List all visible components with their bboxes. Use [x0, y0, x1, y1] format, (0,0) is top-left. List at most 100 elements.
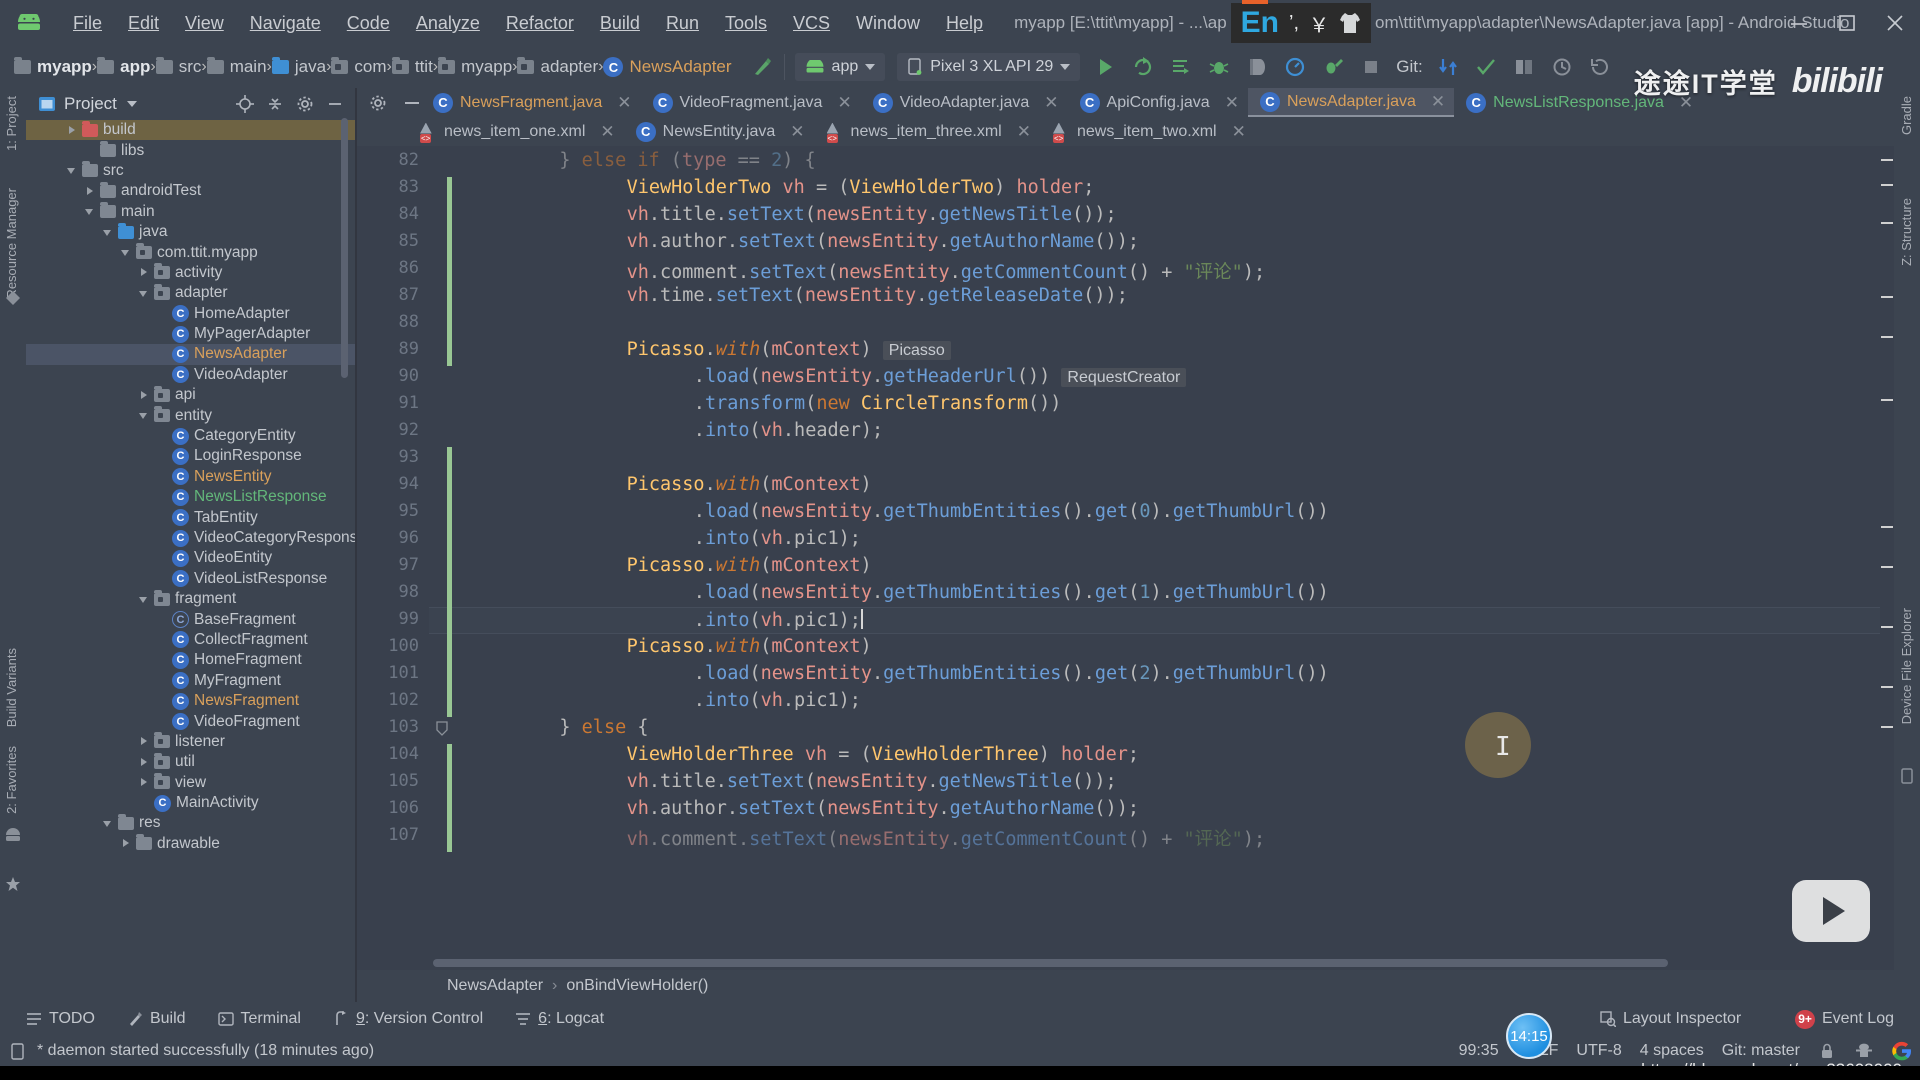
minimize-button[interactable]	[1788, 12, 1810, 34]
tool-window-event-log[interactable]: 9+ Event Log	[1779, 1009, 1910, 1029]
editor-horizontal-scrollbar[interactable]	[433, 959, 1668, 967]
breadcrumb-class[interactable]: NewsAdapter	[447, 977, 543, 995]
tree-node-src[interactable]: src	[26, 161, 356, 181]
attach-debugger-icon[interactable]	[1246, 56, 1268, 78]
tree-node-build[interactable]: build	[26, 120, 356, 141]
code-line[interactable]: vh.title.setText(newsEntity.getNewsTitle…	[457, 204, 1117, 225]
code-text-area[interactable]: } else if (type == 2) {ViewHolderTwo vh …	[457, 146, 1894, 956]
tree-node-newsentity[interactable]: C NewsEntity	[26, 467, 356, 487]
menu-tools[interactable]: Tools	[712, 0, 780, 46]
lock-icon[interactable]	[1818, 1042, 1836, 1060]
breadcrumb-com[interactable]: com	[331, 57, 387, 77]
breadcrumb-newsadapter[interactable]: C NewsAdapter	[603, 57, 732, 77]
make-project-icon[interactable]	[750, 55, 774, 79]
code-line[interactable]: .into(vh.pic1);	[457, 528, 861, 549]
editor-tab-videofragment-java[interactable]: C VideoFragment.java ✕	[641, 88, 861, 117]
resource-manager-icon[interactable]	[5, 290, 21, 306]
chevron-down-icon[interactable]	[102, 817, 115, 830]
chevron-down-icon[interactable]	[102, 226, 115, 239]
chevron-right-icon[interactable]	[138, 776, 151, 789]
breadcrumb-method[interactable]: onBindViewHolder()	[566, 977, 708, 995]
tool-window-logcat[interactable]: 6: Logcat	[499, 1010, 620, 1028]
console-icon[interactable]	[10, 1042, 27, 1060]
menu-build[interactable]: Build	[587, 0, 653, 46]
menu-run[interactable]: Run	[653, 0, 712, 46]
code-line[interactable]: Picasso.with(mContext)	[457, 555, 872, 576]
tool-window-terminal[interactable]: Terminal	[202, 1010, 317, 1028]
tool-window-layout-inspector[interactable]: Layout Inspector	[1584, 1010, 1757, 1028]
rail-item-project[interactable]: 1: Project	[4, 96, 19, 151]
tree-node-collectfragment[interactable]: C CollectFragment	[26, 630, 356, 650]
tree-node-tabentity[interactable]: C TabEntity	[26, 507, 356, 527]
editor-tab-videoadapter-java[interactable]: C VideoAdapter.java ✕	[861, 88, 1068, 117]
tree-node-drawable[interactable]: drawable	[26, 834, 356, 854]
run-configuration-selector[interactable]: app	[794, 53, 886, 81]
code-line[interactable]: .transform(new CircleTransform())	[457, 393, 1062, 414]
tree-node-activity[interactable]: activity	[26, 263, 356, 283]
breadcrumb-adapter[interactable]: adapter	[517, 57, 598, 77]
editor-tab-newsentity-java[interactable]: C NewsEntity.java ✕	[624, 117, 814, 146]
menu-file[interactable]: File	[60, 0, 115, 46]
menu-view[interactable]: View	[172, 0, 237, 46]
rail-item-structure[interactable]: Z: Structure	[1899, 198, 1914, 266]
tree-node-util[interactable]: util	[26, 752, 356, 772]
tree-node-newslistresponse[interactable]: C NewsListResponse	[26, 487, 356, 507]
debug-icon[interactable]	[1208, 56, 1230, 78]
close-button[interactable]	[1884, 12, 1906, 34]
code-line[interactable]: .into(vh.pic1);	[457, 609, 863, 631]
ime-skin-icon[interactable]	[1339, 11, 1361, 35]
code-line[interactable]: ViewHolderThree vh = (ViewHolderThree) h…	[457, 744, 1139, 765]
ime-language-icon[interactable]: En	[1241, 0, 1279, 38]
tree-node-newsfragment[interactable]: C NewsFragment	[26, 691, 356, 711]
menu-refactor[interactable]: Refactor	[493, 0, 587, 46]
tree-node-res[interactable]: res	[26, 813, 356, 833]
commit-icon[interactable]	[1475, 56, 1497, 78]
caret-position[interactable]: 99:35	[1459, 1042, 1499, 1060]
project-tree[interactable]: build libs src androidTest main java com.ttit.…	[26, 120, 356, 1018]
stop-icon[interactable]	[1360, 56, 1382, 78]
tree-node-fragment[interactable]: fragment	[26, 589, 356, 609]
editor-tab-news-item-one-xml[interactable]: news_item_one.xml ✕	[407, 117, 624, 146]
tree-node-basefragment[interactable]: C BaseFragment	[26, 609, 356, 629]
code-line[interactable]: } else if (type == 2) {	[457, 150, 815, 171]
code-line[interactable]: } else {	[457, 717, 648, 738]
chevron-right-icon[interactable]	[138, 389, 151, 402]
code-line[interactable]: Picasso.with(mContext)	[457, 636, 872, 657]
chevron-right-icon[interactable]	[84, 185, 97, 198]
ime-indicator[interactable]: En ’, ￥	[1230, 0, 1372, 43]
rail-item-device-file-explorer[interactable]: Device File Explorer	[1899, 608, 1914, 724]
chevron-right-icon[interactable]	[138, 735, 151, 748]
chevron-down-icon[interactable]	[865, 64, 876, 70]
history-icon[interactable]	[1551, 56, 1573, 78]
device-file-explorer-icon[interactable]	[1899, 768, 1915, 784]
chevron-right-icon[interactable]	[120, 837, 133, 850]
tree-node-libs[interactable]: libs	[26, 140, 356, 160]
menu-code[interactable]: Code	[334, 0, 403, 46]
hide-icon[interactable]	[326, 95, 344, 113]
close-icon[interactable]: ✕	[1232, 123, 1246, 140]
maximize-button[interactable]	[1836, 12, 1858, 34]
breadcrumb-main[interactable]: main	[206, 57, 267, 77]
code-line[interactable]: .into(vh.header);	[457, 420, 883, 441]
rail-item-gradle[interactable]: Gradle	[1899, 96, 1914, 135]
editor-tab-news-item-two-xml[interactable]: news_item_two.xml ✕	[1040, 117, 1255, 146]
ime-currency-icon[interactable]: ￥	[1309, 9, 1329, 38]
file-encoding[interactable]: UTF-8	[1576, 1042, 1621, 1060]
android-rail-icon[interactable]	[5, 828, 21, 844]
editor-tab-newsfragment-java[interactable]: C NewsFragment.java ✕	[421, 88, 641, 117]
chevron-down-icon[interactable]	[66, 164, 79, 177]
project-tree-scrollbar[interactable]	[341, 118, 348, 378]
tree-node-videoadapter[interactable]: C VideoAdapter	[26, 365, 356, 385]
tree-node-listener[interactable]: listener	[26, 732, 356, 752]
clock-widget[interactable]: 14:15	[1506, 1013, 1552, 1059]
menu-analyze[interactable]: Analyze	[403, 0, 493, 46]
chevron-down-icon[interactable]	[1060, 64, 1071, 70]
code-editor[interactable]: 82 83 84 85 86 87 88 89 90 91 92 93 94 95 96 97 98 99 100 1…	[357, 146, 1894, 956]
rail-item-build-variants[interactable]: Build Variants	[4, 648, 19, 727]
chevron-down-icon[interactable]	[138, 287, 151, 300]
editor-tab-newsadapter-java[interactable]: C NewsAdapter.java ✕	[1247, 88, 1455, 117]
close-icon[interactable]: ✕	[600, 123, 614, 140]
git-branch[interactable]: Git: master	[1722, 1042, 1800, 1060]
tree-node-api[interactable]: api	[26, 385, 356, 405]
run-icon[interactable]	[1094, 56, 1116, 78]
